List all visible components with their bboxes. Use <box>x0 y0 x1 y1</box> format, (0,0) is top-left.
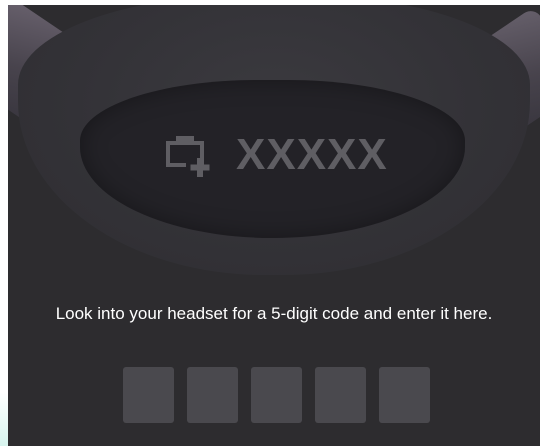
digit-input-4[interactable] <box>315 367 366 423</box>
code-preview: XXXXX <box>160 127 388 183</box>
headset-illustration: XXXXX <box>8 5 540 290</box>
pairing-screen: XXXXX Look into your headset for a 5-dig… <box>8 5 540 446</box>
headset-pair-icon <box>160 133 214 177</box>
page-edge <box>0 0 8 446</box>
code-entry <box>123 367 430 423</box>
digit-input-3[interactable] <box>251 367 302 423</box>
code-placeholder: XXXXX <box>236 130 388 179</box>
digit-input-2[interactable] <box>187 367 238 423</box>
digit-input-5[interactable] <box>379 367 430 423</box>
instruction-text: Look into your headset for a 5-digit cod… <box>55 304 493 323</box>
digit-input-1[interactable] <box>123 367 174 423</box>
